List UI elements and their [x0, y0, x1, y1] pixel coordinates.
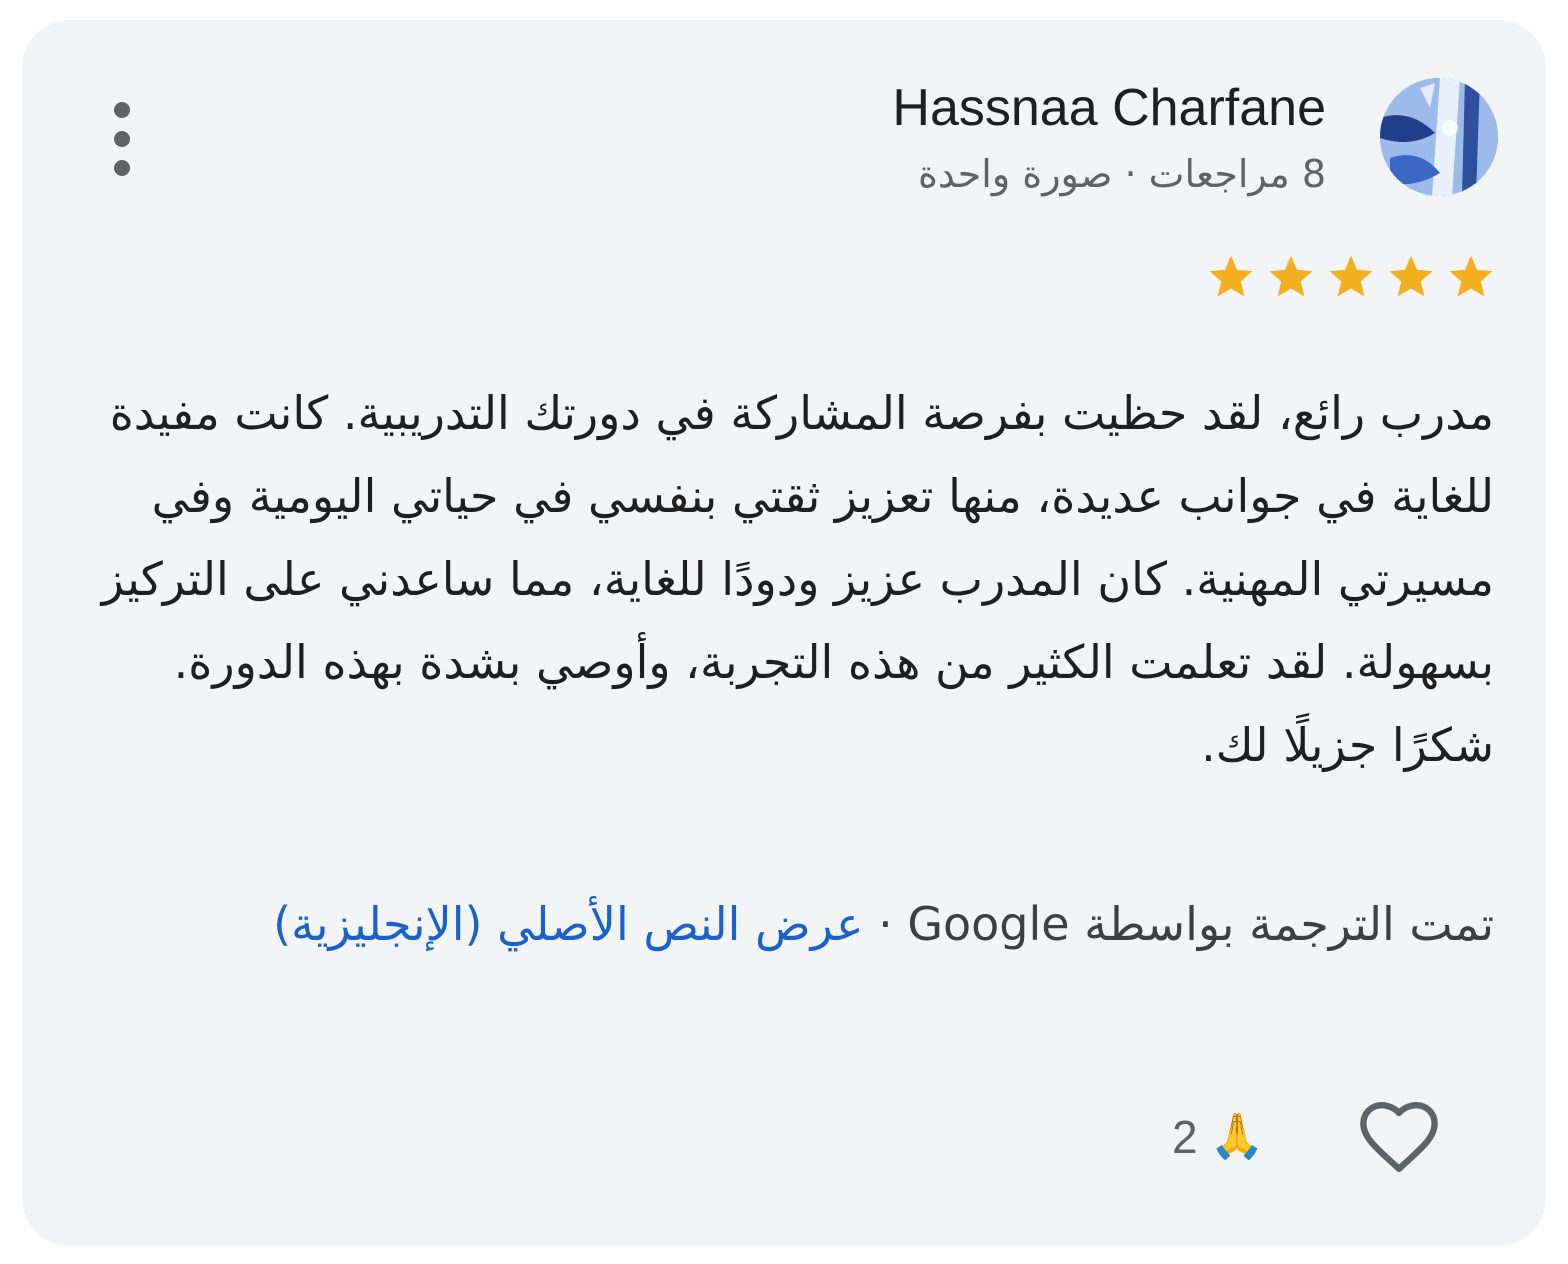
review-card: Hassnaa Charfane 8 مراجعات · صورة واحدة … — [22, 20, 1546, 1246]
heart-outline-icon — [1360, 1101, 1438, 1173]
translation-separator: · — [878, 897, 893, 951]
menu-dot — [114, 160, 130, 176]
menu-dot — [114, 102, 130, 118]
review-text: مدرب رائع، لقد حظيت بفرصة المشاركة في دو… — [101, 386, 1494, 772]
star-icon — [1389, 255, 1433, 297]
translation-note: تمت الترجمة بواسطة Google — [907, 897, 1494, 951]
reviewer-name[interactable]: Hassnaa Charfane — [892, 78, 1326, 138]
more-vert-icon[interactable] — [106, 102, 138, 176]
like-button[interactable] — [1354, 1092, 1444, 1182]
avatar[interactable] — [1380, 78, 1498, 196]
reaction-count: 2 — [1172, 1111, 1198, 1163]
reviewer-meta: 8 مراجعات · صورة واحدة — [917, 152, 1326, 196]
star-icon — [1329, 255, 1373, 297]
star-rating — [1206, 252, 1496, 302]
star-icon — [1209, 255, 1253, 297]
translation-info: تمت الترجمة بواسطة Google · عرض النص الأ… — [94, 882, 1494, 967]
pray-icon: 🙏 — [1209, 1111, 1265, 1162]
star-icon — [1269, 255, 1313, 297]
view-original-link[interactable]: عرض النص الأصلي (الإنجليزية) — [273, 897, 863, 951]
reaction-summary[interactable]: 2 🙏 — [1172, 1110, 1264, 1164]
star-icon — [1449, 255, 1493, 297]
menu-dot — [114, 131, 130, 147]
avatar-image — [1380, 78, 1498, 196]
